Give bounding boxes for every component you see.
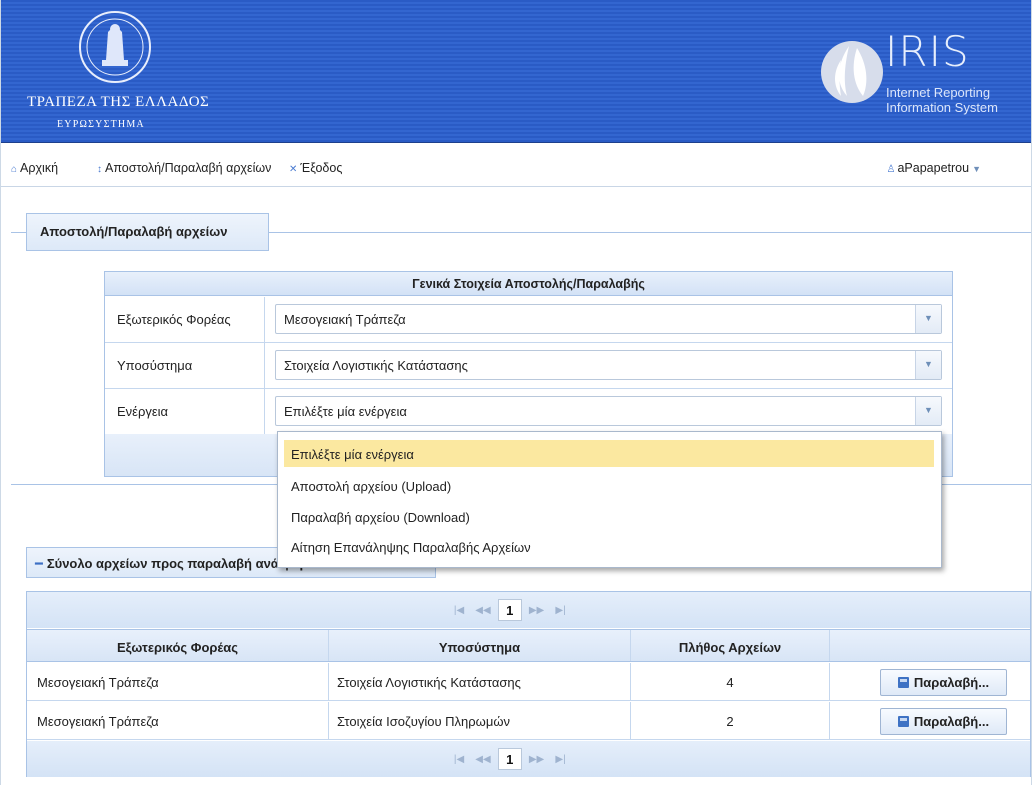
last-page-icon[interactable]: ▶| — [549, 605, 573, 616]
collapse-icon[interactable]: ━ — [35, 556, 43, 571]
user-icon: ♙ — [886, 164, 896, 175]
column-header-entity[interactable]: Εξωτερικός Φορέας — [27, 630, 329, 661]
download-button[interactable]: Παραλαβή... — [880, 669, 1007, 696]
cell-entity: Μεσογειακή Τράπεζα — [27, 663, 329, 700]
first-page-icon[interactable]: |◀ — [447, 754, 471, 765]
save-icon — [897, 677, 909, 688]
home-icon: ⌂ — [11, 164, 18, 175]
iris-logo-icon — [821, 41, 883, 103]
first-page-icon[interactable]: |◀ — [447, 605, 471, 616]
nav-home[interactable]: ⌂ Αρχική — [11, 161, 58, 175]
bank-seal-logo — [79, 11, 151, 83]
chevron-down-icon[interactable]: ▼ — [915, 397, 941, 425]
page-number[interactable]: 1 — [497, 748, 522, 770]
nav-logout[interactable]: ✕ Έξοδος — [289, 161, 342, 175]
chevron-down-icon: ▼ — [972, 164, 981, 174]
updown-arrow-icon: ↕ — [97, 164, 102, 175]
entity-select[interactable]: Μεσογειακή Τράπεζα ▼ — [275, 304, 942, 334]
page-number[interactable]: 1 — [497, 599, 522, 621]
files-grid: |◀ ◀◀ 1 ▶▶ ▶| Εξωτερικός Φορέας Υποσύστημα… — [26, 591, 1031, 777]
action-select[interactable]: Επιλέξτε μία ενέργεια ▼ — [275, 396, 942, 426]
dropdown-option[interactable]: Αίτηση Επανάληψης Παραλαβής Αρχείων — [284, 533, 934, 560]
form-heading: Γενικά Στοιχεία Αποστολής/Παραλαβής — [105, 272, 952, 296]
cell-subsystem: Στοιχεία Ισοζυγίου Πληρωμών — [329, 702, 631, 739]
download-button-label: Παραλαβή... — [913, 714, 990, 729]
header-banner: ΤΡΑΠΕΖΑ ΤΗΣ ΕΛΛΑΔΟΣ ΕΥΡΩΣΥΣΤΗΜΑ IRIS Int… — [1, 0, 1031, 143]
top-nav: ⌂ Αρχική ↕ Αποστολή/Παραλαβή αρχείων ✕ Έξοδ… — [1, 143, 1031, 187]
nav-file-transfer[interactable]: ↕ Αποστολή/Παραλαβή αρχείων — [97, 161, 271, 175]
subsystem-select[interactable]: Στοιχεία Λογιστικής Κατάστασης ▼ — [275, 350, 942, 380]
form-row-subsystem: Υποσύστημα Στοιχεία Λογιστικής Κατάσταση… — [105, 343, 952, 389]
iris-subtitle-line-2: Information System — [886, 100, 998, 115]
bank-name: ΤΡΑΠΕΖΑ ΤΗΣ ΕΛΛΑΔΟΣ — [27, 94, 210, 110]
bank-subtitle: ΕΥΡΩΣΥΣΤΗΜΑ — [57, 119, 145, 130]
pager-bottom: |◀ ◀◀ 1 ▶▶ ▶| — [27, 741, 1030, 777]
chevron-down-icon[interactable]: ▼ — [915, 305, 941, 333]
table-row: Μεσογειακή Τράπεζα Στοιχεία Λογιστικής Κ… — [27, 663, 1030, 701]
nav-home-label: Αρχική — [20, 161, 59, 175]
cell-count: 4 — [631, 663, 830, 700]
dropdown-option[interactable]: Παραλαβή αρχείου (Download) — [284, 503, 934, 530]
chevron-down-icon[interactable]: ▼ — [915, 351, 941, 379]
subsystem-select-value: Στοιχεία Λογιστικής Κατάστασης — [284, 358, 468, 373]
section-title: Αποστολή/Παραλαβή αρχείων — [26, 213, 269, 251]
column-header-subsystem[interactable]: Υποσύστημα — [329, 630, 631, 661]
entity-select-value: Μεσογειακή Τράπεζα — [284, 312, 406, 327]
entity-label: Εξωτερικός Φορέας — [105, 297, 265, 342]
prev-page-icon[interactable]: ◀◀ — [471, 754, 495, 765]
last-page-icon[interactable]: ▶| — [549, 754, 573, 765]
cell-subsystem: Στοιχεία Λογιστικής Κατάστασης — [329, 663, 631, 700]
action-dropdown-list: Επιλέξτε μία ενέργεια Αποστολή αρχείου (… — [277, 431, 942, 568]
iris-subtitle: Internet Reporting Information System — [886, 85, 998, 115]
next-page-icon[interactable]: ▶▶ — [525, 605, 549, 616]
close-icon: ✕ — [289, 164, 298, 175]
next-page-icon[interactable]: ▶▶ — [525, 754, 549, 765]
download-button-label: Παραλαβή... — [913, 675, 990, 690]
cell-count: 2 — [631, 702, 830, 739]
user-name: aPapapetrou — [897, 161, 970, 175]
grid-header: Εξωτερικός Φορέας Υποσύστημα Πλήθος Αρχε… — [27, 629, 1030, 662]
action-label: Ενέργεια — [105, 389, 265, 434]
subsystem-label: Υποσύστημα — [105, 343, 265, 388]
dropdown-option[interactable]: Επιλέξτε μία ενέργεια — [284, 440, 934, 467]
iris-subtitle-line-1: Internet Reporting — [886, 85, 991, 100]
prev-page-icon[interactable]: ◀◀ — [471, 605, 495, 616]
user-menu[interactable]: ♙ aPapapetrou ▼ — [887, 161, 981, 175]
dropdown-option[interactable]: Αποστολή αρχείου (Upload) — [284, 472, 934, 499]
nav-logout-label: Έξοδος — [300, 161, 343, 175]
column-header-count[interactable]: Πλήθος Αρχείων — [631, 630, 830, 661]
iris-title: IRIS — [885, 27, 970, 76]
column-header-action — [830, 630, 1030, 661]
form-row-action: Ενέργεια Επιλέξτε μία ενέργεια ▼ — [105, 389, 952, 435]
cell-entity: Μεσογειακή Τράπεζα — [27, 702, 329, 739]
save-icon — [897, 716, 909, 727]
download-button[interactable]: Παραλαβή... — [880, 708, 1007, 735]
table-row: Μεσογειακή Τράπεζα Στοιχεία Ισοζυγίου Πλ… — [27, 702, 1030, 740]
nav-file-transfer-label: Αποστολή/Παραλαβή αρχείων — [105, 161, 272, 175]
pager-top: |◀ ◀◀ 1 ▶▶ ▶| — [27, 592, 1030, 628]
form-row-entity: Εξωτερικός Φορέας Μεσογειακή Τράπεζα ▼ — [105, 297, 952, 343]
action-select-value: Επιλέξτε μία ενέργεια — [284, 404, 407, 419]
